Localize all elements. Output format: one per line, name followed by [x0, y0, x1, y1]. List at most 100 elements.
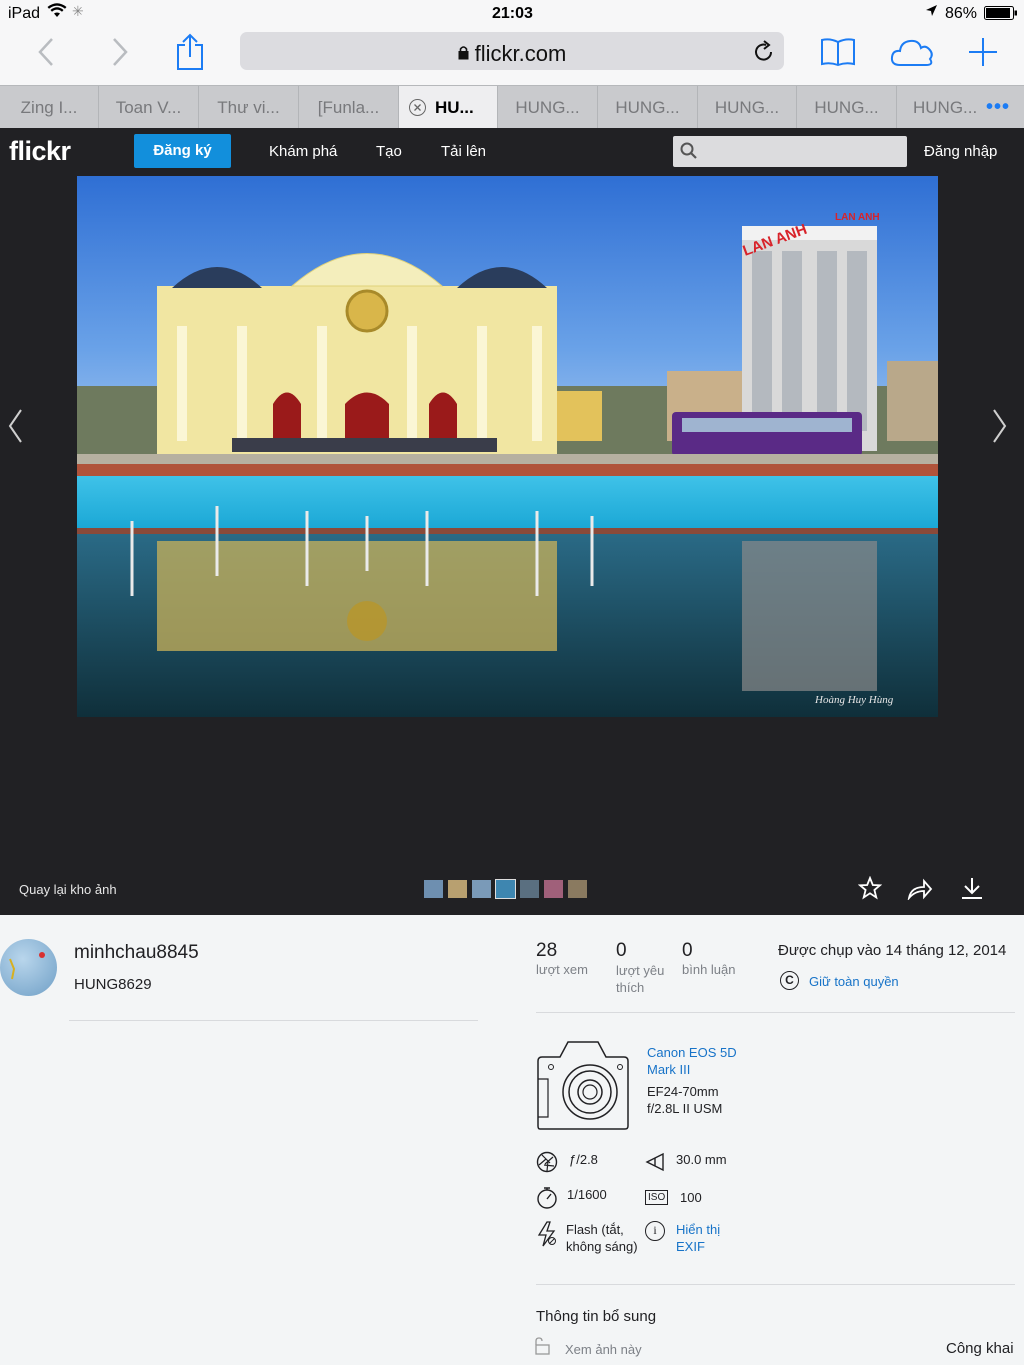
- filmstrip-thumb[interactable]: [472, 880, 491, 898]
- unlock-icon: [533, 1337, 551, 1360]
- search-input[interactable]: [673, 136, 907, 167]
- view-photo-label: Xem ảnh này: [565, 1342, 642, 1357]
- main-photo[interactable]: LAN ANH LAN ANH Hoàng Huy Hùng: [77, 176, 938, 717]
- share-arrow-icon[interactable]: [907, 878, 933, 905]
- camera-model-link[interactable]: Canon EOS 5D Mark III: [647, 1044, 757, 1078]
- stat-views-label: lượt xem: [536, 962, 588, 977]
- tab-10[interactable]: HUNG... •••: [897, 86, 1024, 129]
- new-tab-plus-icon[interactable]: [966, 28, 1000, 76]
- shutter-speed-icon: [536, 1186, 558, 1215]
- license-link[interactable]: Giữ toàn quyền: [809, 974, 899, 989]
- filmstrip-thumb-current[interactable]: [495, 879, 516, 899]
- battery-icon: [984, 6, 1018, 26]
- stat-faves-value: 0: [616, 940, 627, 961]
- tab-active-label: HU...: [435, 98, 474, 117]
- owner-username[interactable]: minhchau8845: [74, 942, 199, 964]
- stat-comments-value: 0: [682, 940, 693, 961]
- tower-sign-2: LAN ANH: [835, 212, 880, 223]
- tab-8[interactable]: HUNG...: [698, 86, 797, 129]
- signup-button[interactable]: Đăng ký: [134, 134, 231, 168]
- device-name: iPad: [8, 5, 41, 22]
- flash-off-icon: [536, 1221, 558, 1252]
- filmstrip-thumb[interactable]: [520, 880, 539, 898]
- forward-chevron-icon[interactable]: [104, 28, 136, 76]
- flickr-logo[interactable]: flickr: [9, 136, 71, 167]
- tab-4[interactable]: [Funla...: [299, 86, 399, 129]
- focal-length-icon: [645, 1151, 667, 1178]
- battery-percent: 86%: [945, 5, 978, 22]
- clock: 21:03: [492, 5, 533, 22]
- wifi-icon: [47, 3, 67, 24]
- stat-comments: 0 bình luận: [682, 940, 752, 977]
- filmstrip-thumb[interactable]: [544, 880, 563, 898]
- share-icon[interactable]: [172, 28, 208, 76]
- icloud-tabs-icon[interactable]: [889, 28, 937, 76]
- location-arrow-icon: [925, 4, 938, 22]
- focal-length-value: 30.0 mm: [676, 1152, 727, 1167]
- url-row: flickr.com: [240, 40, 784, 67]
- filmstrip-thumb[interactable]: [568, 880, 587, 898]
- nav-upload[interactable]: Tải lên: [441, 143, 486, 160]
- reload-icon[interactable]: [754, 40, 774, 67]
- taken-date: Được chụp vào 14 tháng 12, 2014: [778, 942, 1007, 959]
- tab-6[interactable]: HUNG...: [498, 86, 598, 129]
- prev-photo-icon[interactable]: [7, 408, 25, 453]
- back-to-photostream-link[interactable]: Quay lại kho ảnh: [19, 882, 117, 897]
- tab-7[interactable]: HUNG...: [598, 86, 698, 129]
- copyright-icon: C: [780, 971, 799, 990]
- filmstrip-thumb[interactable]: [448, 880, 467, 898]
- stat-views-value: 28: [536, 940, 558, 961]
- close-tab-icon[interactable]: [409, 99, 426, 116]
- tab-active[interactable]: HU...: [399, 86, 498, 129]
- photo-viewer: LAN ANH LAN ANH Hoàng Huy Hùng Quay lại …: [0, 176, 1024, 915]
- photo-info-panel: minhchau8845 HUNG8629 28 lượt xem 0 lượt…: [0, 915, 1015, 1365]
- bookmarks-icon[interactable]: [818, 28, 858, 76]
- search-icon: [680, 142, 698, 165]
- additional-info-heading: Thông tin bổ sung: [536, 1308, 657, 1325]
- download-icon[interactable]: [960, 876, 984, 905]
- flash-value: Flash (tắt, không sáng): [566, 1222, 638, 1254]
- shutter-speed-value: 1/1600: [567, 1187, 607, 1202]
- url-text: flickr.com: [474, 41, 567, 66]
- aperture-icon: [536, 1151, 558, 1178]
- tab-strip: Zing I... Toan V... Thư vi... [Funla... …: [0, 85, 1024, 129]
- tab-1[interactable]: Zing I...: [0, 86, 99, 129]
- status-bar: iPad ✳ 21:03 86%: [0, 0, 1024, 28]
- iso-value: 100: [680, 1190, 702, 1205]
- info-icon: i: [645, 1221, 665, 1241]
- lens-name: EF24-70mm f/2.8L II USM: [647, 1084, 723, 1116]
- flickr-header: flickr Đăng ký Khám phá Tạo Tải lên Đăng…: [0, 128, 1024, 176]
- back-chevron-icon[interactable]: [30, 28, 62, 76]
- filmstrip-thumb[interactable]: [424, 880, 443, 898]
- stat-faves-label: lượt yêu thích: [616, 963, 665, 995]
- lock-icon: [458, 40, 469, 66]
- photo-toolbar: Quay lại kho ảnh: [0, 866, 1024, 915]
- next-photo-icon[interactable]: [990, 408, 1008, 453]
- photo-title: HUNG8629: [74, 976, 152, 993]
- filmstrip: [424, 879, 587, 899]
- login-link[interactable]: Đăng nhập: [924, 143, 997, 160]
- divider: [69, 1020, 478, 1021]
- avatar[interactable]: [0, 939, 57, 996]
- favorite-star-icon[interactable]: [857, 875, 883, 905]
- camera-icon: [536, 1039, 629, 1136]
- stat-faves: 0 lượt yêu thích: [616, 940, 674, 996]
- tab-10-label: HUNG...: [913, 98, 978, 117]
- more-tabs-icon[interactable]: •••: [986, 86, 1010, 129]
- divider: [536, 1284, 1015, 1285]
- loading-spinner-icon: ✳: [72, 3, 84, 19]
- tab-3[interactable]: Thư vi...: [199, 86, 299, 129]
- stat-comments-label: bình luận: [682, 962, 736, 977]
- aperture-value: ƒ/2.8: [569, 1152, 598, 1167]
- nav-explore[interactable]: Khám phá: [269, 143, 337, 160]
- visibility-label: Công khai: [946, 1340, 1014, 1357]
- show-exif-link[interactable]: Hiển thị EXIF: [676, 1221, 731, 1255]
- address-bar[interactable]: flickr.com: [240, 32, 784, 70]
- nav-create[interactable]: Tạo: [376, 143, 402, 160]
- stat-views: 28 lượt xem: [536, 940, 606, 977]
- tab-2[interactable]: Toan V...: [99, 86, 199, 129]
- divider: [536, 1012, 1015, 1013]
- photo-watermark: Hoàng Huy Hùng: [814, 694, 894, 706]
- tab-9[interactable]: HUNG...: [797, 86, 897, 129]
- browser-toolbar: flickr.com: [0, 28, 1024, 85]
